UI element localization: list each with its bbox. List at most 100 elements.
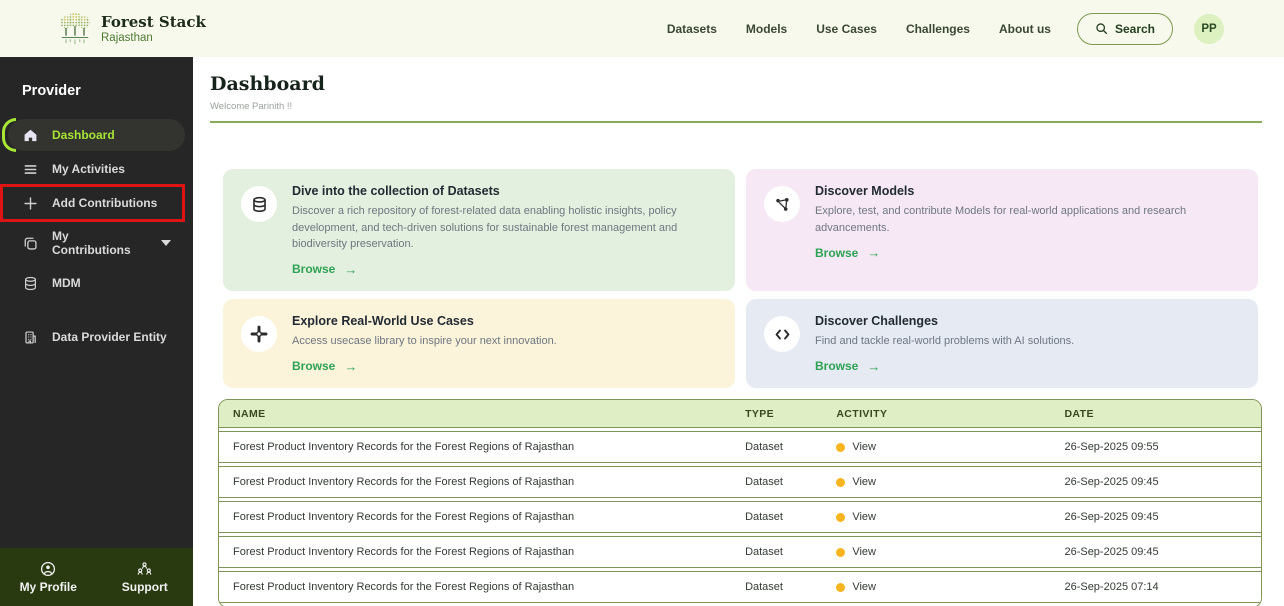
sidebar-item-label: Data Provider Entity — [52, 330, 167, 344]
table-row[interactable]: Forest Product Inventory Records for the… — [219, 466, 1261, 498]
activity-status-dot — [836, 513, 845, 522]
arrow-right-icon: → — [867, 245, 880, 260]
nav-use-cases[interactable]: Use Cases — [816, 22, 877, 36]
column-header-type: TYPE — [745, 408, 836, 420]
table-row[interactable]: Forest Product Inventory Records for the… — [219, 431, 1261, 463]
nav-models[interactable]: Models — [746, 22, 787, 36]
brand: Forest Stack Rajasthan — [58, 10, 206, 48]
plus-icon — [22, 196, 39, 211]
activity-label: View — [852, 546, 876, 558]
top-nav: Datasets Models Use Cases Challenges Abo… — [667, 22, 1051, 36]
nav-datasets[interactable]: Datasets — [667, 22, 717, 36]
cell-date: 26-Sep-2025 09:45 — [1064, 546, 1247, 558]
browse-label: Browse — [292, 262, 335, 276]
sidebar-item-mdm[interactable]: MDM — [8, 267, 185, 299]
arrow-right-icon: → — [344, 262, 357, 277]
sidebar: Provider Dashboard My Activities Add Con… — [0, 57, 193, 606]
cell-date: 26-Sep-2025 07:14 — [1064, 581, 1247, 593]
browse-models-link[interactable]: Browse → — [815, 245, 880, 260]
support-button[interactable]: Support — [97, 548, 194, 606]
cell-date: 26-Sep-2025 09:55 — [1064, 441, 1247, 453]
card-title: Discover Challenges — [815, 314, 1240, 328]
sidebar-item-my-contributions[interactable]: My Contributions — [8, 221, 185, 265]
top-header: Forest Stack Rajasthan Datasets Models U… — [0, 0, 1284, 57]
card-description: Explore, test, and contribute Models for… — [815, 203, 1240, 236]
cell-date: 26-Sep-2025 09:45 — [1064, 511, 1247, 523]
user-avatar[interactable]: PP — [1194, 14, 1224, 44]
column-header-date: DATE — [1064, 408, 1247, 420]
brand-title: Forest Stack — [101, 13, 206, 31]
card-title: Discover Models — [815, 184, 1240, 198]
sidebar-item-my-activities[interactable]: My Activities — [8, 153, 185, 185]
divider — [210, 121, 1262, 123]
activity-status-dot — [836, 478, 845, 487]
activity-status-dot — [836, 548, 845, 557]
column-header-activity: ACTIVITY — [836, 408, 1064, 420]
activity-label: View — [852, 476, 876, 488]
page-title: Dashboard — [210, 73, 1262, 95]
chevron-down-icon[interactable] — [161, 240, 171, 246]
nav-about-us[interactable]: About us — [999, 22, 1051, 36]
my-profile-label: My Profile — [20, 580, 77, 594]
sidebar-item-data-provider-entity[interactable]: Data Provider Entity — [8, 321, 185, 353]
search-icon — [1095, 22, 1108, 35]
cell-name: Forest Product Inventory Records for the… — [233, 511, 745, 523]
my-profile-button[interactable]: My Profile — [0, 548, 97, 606]
move-icon — [241, 316, 277, 352]
card-datasets: Dive into the collection of Datasets Dis… — [223, 169, 735, 291]
cell-name: Forest Product Inventory Records for the… — [233, 546, 745, 558]
support-icon — [136, 561, 153, 577]
browse-use-cases-link[interactable]: Browse → — [292, 359, 357, 374]
cell-name: Forest Product Inventory Records for the… — [233, 476, 745, 488]
database-icon — [241, 186, 277, 222]
cell-activity: View — [836, 476, 1064, 488]
search-button-label: Search — [1115, 22, 1155, 36]
sidebar-item-label: My Activities — [52, 162, 125, 176]
copy-icon — [22, 236, 39, 251]
activity-label: View — [852, 511, 876, 523]
arrow-right-icon: → — [344, 359, 357, 374]
table-header: NAME TYPE ACTIVITY DATE — [219, 400, 1261, 428]
card-description: Access usecase library to inspire your n… — [292, 333, 717, 350]
table-row[interactable]: Forest Product Inventory Records for the… — [219, 536, 1261, 568]
table-row[interactable]: Forest Product Inventory Records for the… — [219, 501, 1261, 533]
main-content: Dashboard Welcome Parinith !! Dive into … — [193, 57, 1284, 606]
table-row[interactable]: Forest Product Inventory Records for the… — [219, 571, 1261, 603]
sidebar-footer: My Profile Support — [0, 548, 193, 606]
activity-label: View — [852, 441, 876, 453]
database-icon — [22, 276, 39, 291]
browse-label: Browse — [292, 359, 335, 373]
sidebar-item-label: Dashboard — [52, 128, 115, 142]
card-challenges: Discover Challenges Find and tackle real… — [746, 299, 1258, 388]
code-icon — [764, 316, 800, 352]
cell-activity: View — [836, 511, 1064, 523]
sidebar-menu: Dashboard My Activities Add Contribution… — [0, 113, 193, 361]
cell-name: Forest Product Inventory Records for the… — [233, 581, 745, 593]
sidebar-item-label: Add Contributions — [52, 196, 157, 210]
browse-datasets-link[interactable]: Browse → — [292, 262, 357, 277]
sidebar-item-add-contributions[interactable]: Add Contributions — [8, 187, 185, 219]
card-models: Discover Models Explore, test, and contr… — [746, 169, 1258, 291]
search-button[interactable]: Search — [1077, 13, 1173, 45]
welcome-text: Welcome Parinith !! — [210, 101, 1262, 112]
browse-challenges-link[interactable]: Browse → — [815, 359, 880, 374]
browse-label: Browse — [815, 246, 858, 260]
activity-status-dot — [836, 443, 845, 452]
activity-label: View — [852, 581, 876, 593]
card-description: Discover a rich repository of forest-rel… — [292, 203, 717, 253]
cell-type: Dataset — [745, 441, 836, 453]
home-icon — [22, 128, 39, 143]
nav-challenges[interactable]: Challenges — [906, 22, 970, 36]
sidebar-item-dashboard[interactable]: Dashboard — [8, 119, 185, 151]
cell-activity: View — [836, 441, 1064, 453]
profile-icon — [40, 561, 56, 577]
browse-label: Browse — [815, 359, 858, 373]
sidebar-item-label: My Contributions — [52, 229, 148, 257]
cell-date: 26-Sep-2025 09:45 — [1064, 476, 1247, 488]
network-icon — [764, 186, 800, 222]
activity-status-dot — [836, 583, 845, 592]
sidebar-item-label: MDM — [52, 276, 81, 290]
feature-cards: Dive into the collection of Datasets Dis… — [223, 169, 1258, 388]
cell-type: Dataset — [745, 476, 836, 488]
sidebar-heading: Provider — [0, 57, 193, 113]
